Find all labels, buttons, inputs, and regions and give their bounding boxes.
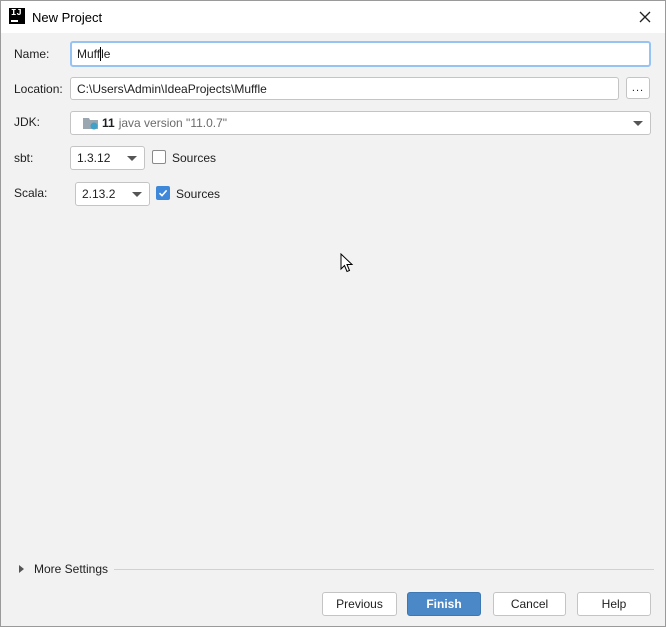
location-value: C:\Users\Admin\IdeaProjects\Muffle [77,81,267,96]
sbt-version-dropdown[interactable]: 1.3.12 [70,146,145,170]
name-value-start: Muff [77,47,101,61]
more-settings-label: More Settings [34,562,109,576]
title-bar: IJ New Project [1,1,665,33]
name-label: Name: [14,47,50,61]
scala-version-dropdown[interactable]: 2.13.2 [75,182,150,206]
sbt-sources-checkbox[interactable] [152,150,166,164]
close-icon [639,11,651,23]
previous-button[interactable]: Previous [322,592,397,616]
finish-button[interactable]: Finish [407,592,481,616]
close-button[interactable] [635,7,655,27]
help-button[interactable]: Help [577,592,651,616]
name-value-end: le [101,47,111,61]
chevron-down-icon [132,192,142,197]
chevron-down-icon [633,121,643,126]
separator [114,569,654,570]
mouse-pointer-icon [340,253,354,273]
chevron-down-icon [127,156,137,161]
sbt-version-value: 1.3.12 [77,151,111,165]
expand-arrow-icon [19,565,24,573]
jdk-label: JDK: [14,115,41,129]
scala-sources-checkbox[interactable] [156,186,170,200]
sbt-sources-label[interactable]: Sources [172,151,216,165]
browse-location-button[interactable]: ... [626,77,650,99]
jdk-version-text: java version "11.0.7" [118,116,228,130]
intellij-logo-icon: IJ [9,8,25,24]
sbt-label: sbt: [14,151,34,165]
new-project-dialog: IJ New Project Name: Muff le Location: C:… [0,0,666,627]
jdk-folder-icon [83,118,98,130]
scala-sources-label[interactable]: Sources [176,187,220,201]
scala-label: Scala: [14,186,48,200]
name-field[interactable]: Muff le [70,41,651,67]
browse-label: ... [631,82,645,94]
location-field[interactable]: C:\Users\Admin\IdeaProjects\Muffle [70,77,619,100]
dialog-title: New Project [32,10,103,25]
cancel-button[interactable]: Cancel [493,592,566,616]
jdk-version-number: 11 [102,116,115,130]
jdk-dropdown[interactable]: 11 java version "11.0.7" [70,111,651,135]
more-settings-toggle[interactable]: More Settings [19,561,108,577]
scala-version-value: 2.13.2 [82,187,116,201]
checkmark-icon [158,189,168,197]
location-label: Location: [14,82,63,96]
